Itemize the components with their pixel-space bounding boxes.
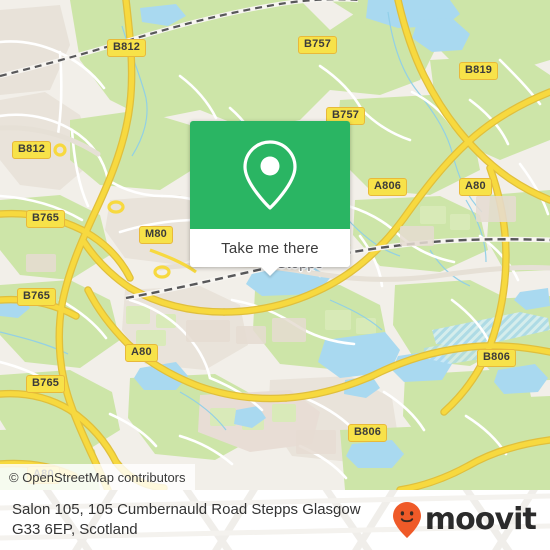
- map-attribution[interactable]: © OpenStreetMap contributors: [0, 464, 195, 490]
- moovit-wordmark: moovit: [424, 502, 537, 537]
- map-canvas[interactable]: Stepps B812 B757 B819 B757 B812 A806 A80…: [0, 0, 550, 490]
- road-shield[interactable]: M80: [139, 226, 173, 244]
- road-shield[interactable]: B806: [348, 424, 388, 442]
- road-shield[interactable]: B812: [12, 141, 52, 159]
- road-shield[interactable]: B765: [26, 375, 66, 393]
- address-line-1: Salon 105, 105 Cumbernauld Road Stepps G…: [12, 501, 361, 518]
- road-shield[interactable]: A80: [125, 344, 158, 362]
- road-shield[interactable]: B765: [26, 210, 66, 228]
- road-shield[interactable]: B765: [17, 288, 57, 306]
- road-shield[interactable]: B812: [107, 39, 147, 57]
- popup-tail-pointer: [261, 267, 279, 276]
- take-me-there-label: Take me there: [221, 239, 319, 257]
- footer-bar: Salon 105, 105 Cumbernauld Road Stepps G…: [0, 490, 550, 550]
- address-line-2: G33 6EP, Scotland: [12, 521, 138, 538]
- attribution-text: © OpenStreetMap contributors: [9, 469, 186, 485]
- location-popup-card[interactable]: Take me there: [190, 121, 350, 276]
- road-shield[interactable]: A806: [368, 178, 408, 196]
- road-shield[interactable]: A80: [459, 178, 492, 196]
- popup-footer[interactable]: Take me there: [190, 229, 350, 267]
- moovit-logo[interactable]: moovit: [392, 501, 537, 539]
- road-shield[interactable]: B806: [477, 349, 517, 367]
- moovit-map-screenshot: Stepps B812 B757 B819 B757 B812 A806 A80…: [0, 0, 550, 550]
- map-pin-icon: [243, 140, 297, 210]
- road-shield[interactable]: B757: [298, 36, 338, 54]
- location-address: Salon 105, 105 Cumbernauld Road Stepps G…: [12, 500, 361, 540]
- moovit-smiley-pin-icon: [392, 502, 421, 538]
- popup-header: [190, 121, 350, 229]
- road-shield[interactable]: B819: [459, 62, 499, 80]
